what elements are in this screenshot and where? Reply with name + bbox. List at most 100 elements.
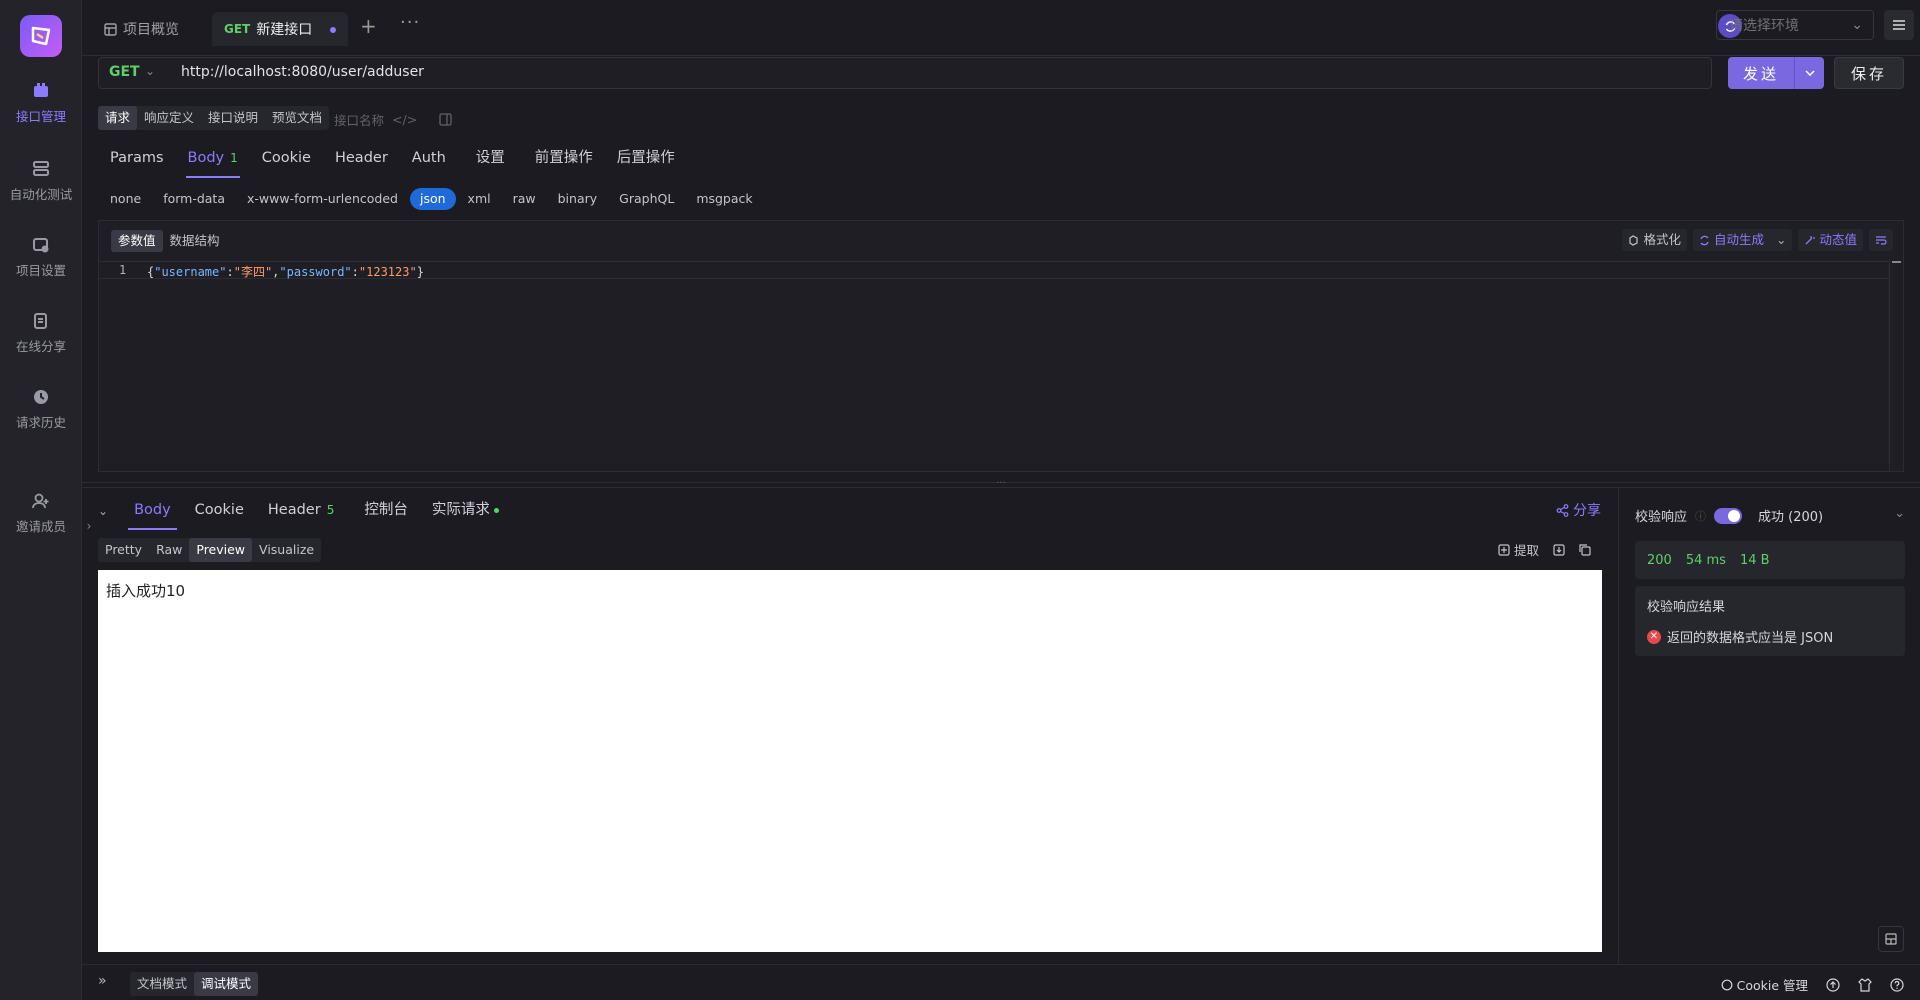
subtab-preview-doc[interactable]: 预览文档 [265, 106, 329, 130]
more-tabs-ellipsis-icon[interactable]: ··· [400, 12, 420, 33]
format-visualize[interactable]: Visualize [252, 538, 321, 562]
cookie-icon [1721, 979, 1732, 990]
code-line[interactable]: 1 {"username":"李四","password":"123123"} [99, 261, 1889, 279]
sidebar-item-request-history[interactable]: 请求历史 [0, 388, 82, 452]
editor-toolbar: 格式化 自动生成 ⌄ 动态值 [1622, 229, 1893, 251]
sidebar-collapse-chevron-icon[interactable]: › [82, 512, 96, 540]
tab-project-overview[interactable]: 项目概览 [92, 12, 191, 46]
app-logo[interactable] [20, 15, 62, 57]
tab-pre-operations[interactable]: 前置操作 [523, 140, 605, 178]
api-name-placeholder: 接口名称 [334, 113, 385, 128]
validation-toggle[interactable] [1714, 507, 1743, 524]
validation-status: 成功 (200) [1758, 510, 1824, 525]
download-icon[interactable] [1553, 543, 1565, 556]
sidebar-item-invite-members[interactable]: 邀请成员 [0, 492, 82, 556]
tab-label: 实际请求 [431, 502, 490, 518]
tab-body[interactable]: Body 1 [176, 140, 250, 178]
editor-scrollbar[interactable] [1889, 259, 1903, 471]
tab-new-api[interactable]: GET 新建接口 [212, 12, 348, 46]
body-type-raw[interactable]: raw [503, 188, 546, 210]
body-type-binary[interactable]: binary [548, 188, 608, 210]
format-button[interactable]: 格式化 [1622, 229, 1687, 251]
resp-tab-header[interactable]: Header 5 [256, 492, 346, 530]
response-size: 14 B [1739, 552, 1770, 568]
subtab-request[interactable]: 请求 [98, 106, 138, 130]
chevron-down-icon[interactable]: ⌄ [1894, 506, 1905, 521]
chevron-down-icon[interactable]: ⌄ [145, 64, 155, 78]
split-panel-icon[interactable] [439, 113, 452, 126]
send-button[interactable]: 发送 [1728, 57, 1824, 89]
word-wrap-button[interactable] [1869, 229, 1893, 251]
tab-post-operations[interactable]: 后置操作 [605, 140, 687, 178]
magic-wand-icon [1806, 235, 1816, 244]
api-name-field[interactable]: 接口名称 </> [334, 110, 452, 129]
resp-tab-console[interactable]: 控制台 [352, 492, 420, 530]
sidebar-item-api-management[interactable]: 接口管理 [0, 82, 82, 146]
format-pretty[interactable]: Pretty [98, 538, 149, 562]
help-question-icon[interactable] [1890, 977, 1904, 992]
request-param-tabs: Params Body 1 Cookie Header Auth 设置 前置操作 … [98, 140, 687, 178]
extract-button[interactable]: 提取 [1498, 540, 1539, 559]
body-type-xml[interactable]: xml [458, 188, 501, 210]
url-input[interactable]: http://localhost:8080/user/adduser [181, 64, 424, 80]
tab-settings[interactable]: 设置 [464, 140, 517, 178]
api-subtabs: 请求 响应定义 接口说明 预览文档 [98, 106, 330, 130]
cookie-manager-button[interactable]: Cookie 管理 [1721, 975, 1808, 994]
dynamic-value-button[interactable]: 动态值 [1798, 229, 1863, 251]
tab-label: Body [187, 150, 225, 166]
resp-tab-actual-request[interactable]: 实际请求 [420, 492, 511, 530]
share-button[interactable]: 分享 [1556, 500, 1601, 520]
resp-tab-cookie[interactable]: Cookie [183, 492, 256, 530]
sidebar-item-automation[interactable]: 自动化测试 [0, 160, 82, 224]
send-options-chevron-icon[interactable] [1794, 57, 1824, 89]
unsaved-dot-icon [330, 27, 336, 33]
tab-label: 新建接口 [256, 22, 313, 38]
body-type-urlencoded[interactable]: x-www-form-urlencoded [237, 188, 408, 210]
sidebar-item-project-settings[interactable]: 项目设置 [0, 236, 82, 300]
auto-generate-button[interactable]: 自动生成 ⌄ [1692, 229, 1793, 251]
share-icon [1556, 503, 1569, 517]
sidebar-item-online-share[interactable]: 在线分享 [0, 312, 82, 376]
settings-icon [33, 238, 49, 253]
body-type-json[interactable]: json [409, 188, 456, 210]
body-type-none[interactable]: none [100, 188, 151, 210]
expand-sidebar-icon[interactable]: » [98, 973, 107, 989]
json-code[interactable]: {"username":"李四","password":"123123"} [147, 263, 424, 280]
code-brackets-icon[interactable]: </> [392, 112, 417, 127]
body-type-form-data[interactable]: form-data [153, 188, 235, 210]
format-raw[interactable]: Raw [149, 538, 189, 562]
editor-tab-values[interactable]: 参数值 [111, 230, 163, 252]
shirt-theme-icon[interactable] [1858, 977, 1872, 992]
validation-error: ✕ 返回的数据格式应当是 JSON [1647, 627, 1893, 646]
help-icon[interactable]: ⓘ [1695, 508, 1706, 524]
line-number: 1 [119, 263, 127, 277]
resp-tab-body[interactable]: Body [122, 492, 183, 530]
upload-icon[interactable] [1826, 977, 1840, 992]
subtab-api-description[interactable]: 接口说明 [201, 106, 265, 130]
copy-icon[interactable] [1579, 543, 1591, 556]
body-type-msgpack[interactable]: msgpack [686, 188, 762, 210]
chevron-down-icon[interactable]: ⌄ [1776, 229, 1786, 251]
layout-toggle-icon[interactable] [1878, 926, 1904, 952]
history-icon [34, 390, 48, 404]
tab-method-label: GET [224, 22, 251, 36]
body-type-graphql[interactable]: GraphQL [609, 188, 684, 210]
tab-header[interactable]: Header [323, 140, 400, 178]
menu-hamburger-icon[interactable] [1884, 10, 1914, 40]
environment-select[interactable]: 请选择环境 ⌄ [1716, 10, 1874, 40]
json-key-username: "username" [154, 265, 227, 279]
tab-params[interactable]: Params [98, 140, 176, 178]
editor-tab-schema[interactable]: 数据结构 [163, 230, 227, 252]
mode-document[interactable]: 文档模式 [130, 972, 194, 996]
app-window: 接口管理 自动化测试 项目设置 在线分享 请求历史 邀请成员 › 项目概览 GE… [0, 0, 1920, 1000]
mode-debug[interactable]: 调试模式 [194, 972, 259, 996]
response-time: 54 ms [1685, 552, 1726, 568]
tab-cookie[interactable]: Cookie [250, 140, 323, 178]
subtab-response-definition[interactable]: 响应定义 [137, 106, 201, 130]
http-method-select[interactable]: GET [109, 64, 140, 80]
tab-auth[interactable]: Auth [400, 140, 458, 178]
collapse-response-chevron-icon[interactable]: ⌄ [98, 504, 108, 518]
format-preview[interactable]: Preview [189, 538, 253, 562]
add-tab-plus-icon[interactable]: + [360, 14, 377, 38]
save-button[interactable]: 保存 [1834, 57, 1904, 89]
